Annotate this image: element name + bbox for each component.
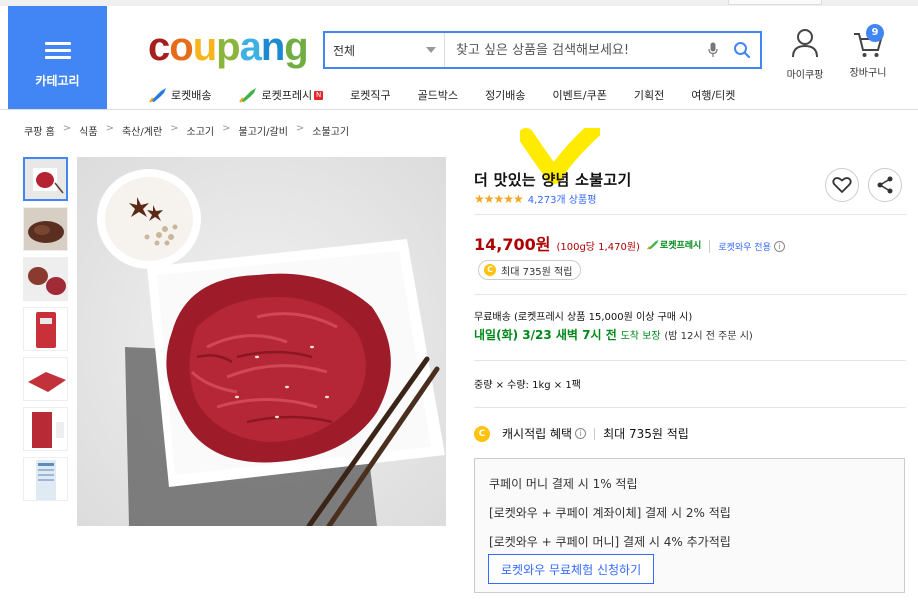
thumbnail-6[interactable] (23, 407, 68, 451)
my-coupang-link[interactable]: 마이쿠팡 (780, 28, 830, 81)
thumbnail-7[interactable] (23, 457, 68, 501)
delivery-cutoff: (밤 12시 전 주문 시) (664, 331, 753, 342)
chevron-down-icon (426, 47, 436, 53)
cart-link[interactable]: 9 장바구니 (840, 24, 896, 79)
benefit-line: [로켓와우 + 쿠페이 머니] 결제 시 4% 추가적립 (489, 535, 731, 549)
category-label: 카테고리 (35, 74, 80, 88)
benefit-line: [로켓와우 + 쿠페이 계좌이체] 결제 시 2% 적립 (489, 506, 731, 520)
nav-item-rocket-fresh[interactable]: 로켓프레시 N (238, 87, 324, 103)
share-button[interactable] (868, 168, 902, 202)
separator (594, 427, 596, 440)
search-icon[interactable] (724, 33, 760, 67)
info-icon[interactable]: i (773, 241, 785, 252)
rocket-fresh-icon (646, 239, 659, 250)
breadcrumb-item[interactable]: 소고기 (187, 123, 215, 138)
main-nav: 로켓배송 로켓프레시 N 로켓직구 골드박스 정기배송 이벤트/쿠폰 기획전 여… (148, 86, 762, 104)
nav-item-rocket-delivery[interactable]: 로켓배송 (148, 87, 211, 103)
max-points-chip: C 최대 735원 적립 (478, 260, 582, 280)
coupang-logo[interactable]: coupang (148, 22, 309, 72)
wishlist-button[interactable] (825, 168, 859, 202)
header-divider (0, 109, 918, 110)
user-icon (792, 29, 818, 58)
search-bar: 전체 (323, 31, 762, 69)
thumbnail-5[interactable] (23, 357, 68, 401)
breadcrumb-item[interactable]: 축산/계란 (122, 123, 162, 138)
nav-item-goldbox[interactable]: 골드박스 (418, 87, 458, 103)
breadcrumb-separator: > (222, 123, 231, 134)
benefit-line: 쿠페이 머니 결제 시 1% 적립 (489, 477, 638, 491)
divider (474, 294, 906, 295)
breadcrumb-separator: > (62, 123, 72, 134)
hamburger-icon (45, 42, 71, 60)
heart-icon (832, 177, 852, 193)
breadcrumb-item[interactable]: 식품 (79, 123, 97, 138)
main-product-image[interactable] (77, 157, 446, 526)
nav-item-subscription[interactable]: 정기배송 (485, 87, 525, 103)
breadcrumb: 쿠팡 홈 > 식품 > 축산/계란 > 소고기 > 불고기/갈비 > 소불고기 (24, 123, 349, 138)
divider (474, 360, 906, 361)
thumbnail-4[interactable] (23, 307, 68, 351)
thumbnail-3[interactable] (23, 257, 68, 301)
thumbnail-2[interactable] (23, 207, 68, 251)
breadcrumb-item[interactable]: 소불고기 (312, 123, 349, 138)
search-input[interactable] (445, 33, 702, 67)
nav-item-exhibitions[interactable]: 기획전 (634, 87, 664, 103)
product-title: 더 맛있는 양념 소불고기 (474, 171, 632, 189)
breadcrumb-separator: > (295, 123, 305, 134)
rocket-wow-only[interactable]: 로켓와우 전용 i (709, 240, 785, 253)
breadcrumb-separator: > (105, 123, 114, 134)
top-utility-tab (728, 0, 822, 5)
my-coupang-label: 마이쿠팡 (786, 70, 824, 81)
product-option: 중량 × 수량: 1kg × 1팩 (474, 380, 581, 391)
cart-label: 장바구니 (849, 68, 887, 79)
top-utility-bar (0, 0, 918, 6)
rocket-wow-trial-button[interactable]: 로켓와우 무료체험 신청하기 (488, 554, 655, 584)
delivery-day: 내일(화) 3/23 새벽 7시 전 (474, 328, 617, 342)
shipping-note: 무료배송 (로켓프레시 상품 15,000원 이상 구매 시) (474, 312, 693, 323)
coupay-benefit-box: 쿠페이 머니 결제 시 1% 적립 [로켓와우 + 쿠페이 계좌이체] 결제 시… (474, 458, 905, 593)
nav-item-events[interactable]: 이벤트/쿠폰 (553, 87, 607, 103)
delivery-estimate: 내일(화) 3/23 새벽 7시 전 도착 보장 (밤 12시 전 주문 시) (474, 326, 753, 343)
new-badge: N (314, 90, 324, 100)
microphone-icon[interactable] (702, 33, 724, 67)
divider (474, 407, 906, 408)
share-icon (877, 176, 893, 194)
price-row: 14,700원 (100g당 1,470원) 로켓프레시 로켓와우 전용 i (474, 231, 785, 255)
sale-price: 14,700원 (474, 235, 551, 254)
search-category-select[interactable]: 전체 (325, 33, 445, 67)
rocket-fresh-badge: 로켓프레시 (646, 238, 701, 251)
cash-reward-row: C 캐시적립 혜택 i 최대 735원 적립 (474, 425, 689, 442)
cash-reward-label: 캐시적립 혜택 (502, 427, 573, 441)
breadcrumb-item[interactable]: 불고기/갈비 (239, 123, 288, 138)
rocket-icon (149, 88, 166, 103)
nav-item-rocket-direct[interactable]: 로켓직구 (350, 87, 390, 103)
product-rating[interactable]: ★★★★★ 4,273개 상품평 (474, 191, 597, 207)
delivery-guarantee: 도착 보장 (620, 331, 661, 342)
thumbnail-1[interactable] (23, 157, 68, 201)
coin-icon: C (484, 264, 496, 276)
star-rating-icon: ★★★★★ (474, 191, 524, 206)
breadcrumb-item[interactable]: 쿠팡 홈 (24, 123, 55, 138)
review-count-link[interactable]: 4,273개 상품평 (528, 191, 597, 206)
nav-item-travel[interactable]: 여행/티켓 (691, 87, 735, 103)
rocket-fresh-icon (239, 88, 257, 103)
cash-reward-value: 최대 735원 적립 (603, 427, 689, 441)
category-menu-button[interactable]: 카테고리 (8, 6, 107, 109)
unit-price: (100g당 1,470원) (556, 242, 640, 253)
divider (474, 214, 906, 215)
cart-count-badge: 9 (866, 24, 884, 42)
breadcrumb-separator: > (170, 123, 179, 134)
info-icon[interactable]: i (575, 428, 587, 439)
thumbnail-list (23, 157, 69, 507)
coin-icon: C (474, 425, 490, 442)
